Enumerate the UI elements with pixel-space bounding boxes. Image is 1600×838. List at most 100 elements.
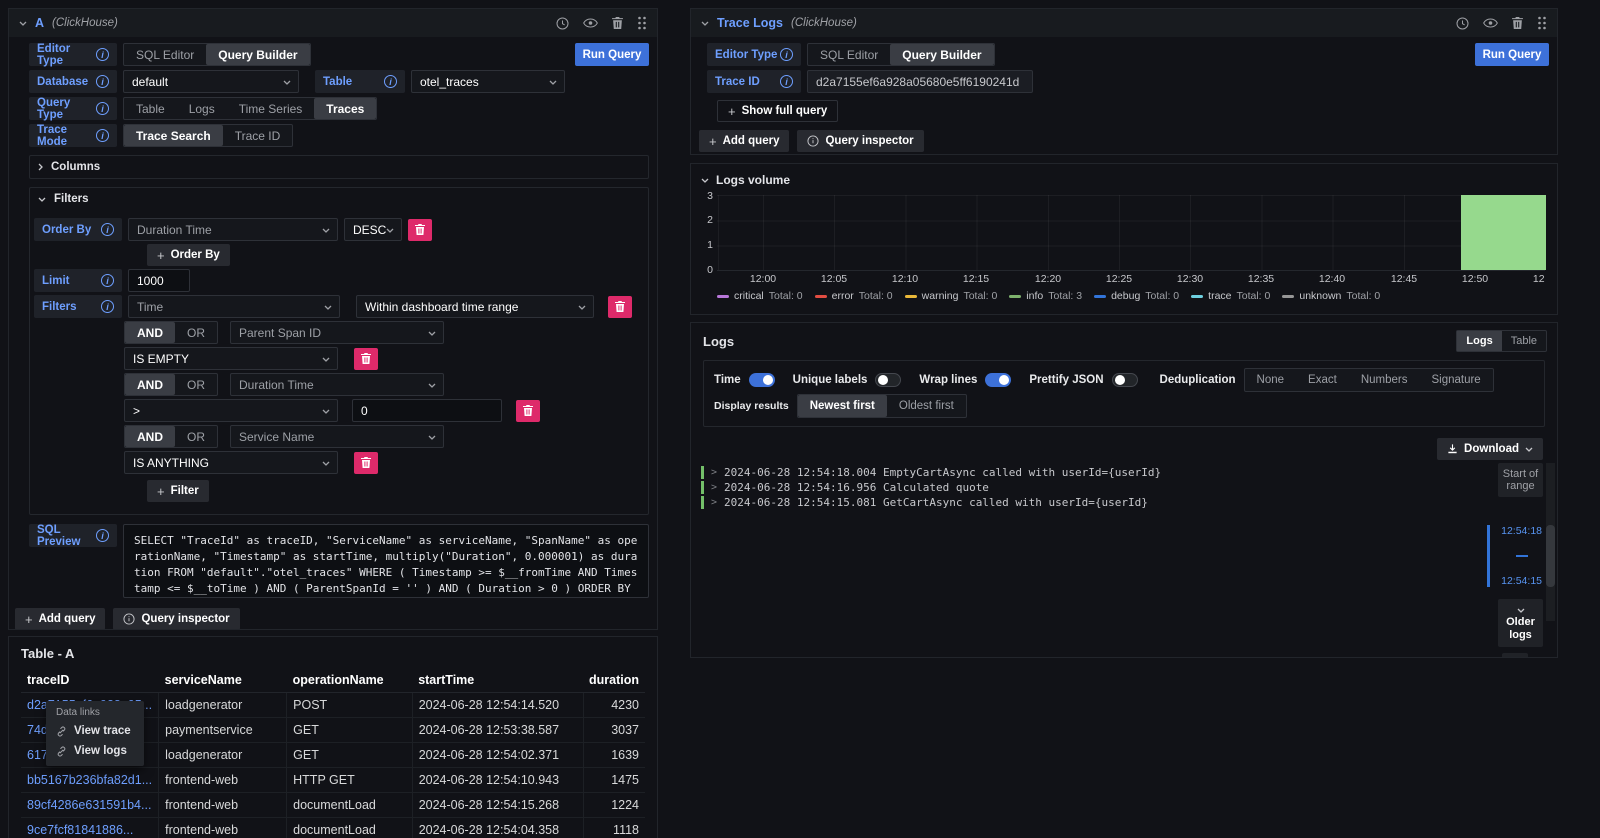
chevron-down-icon	[428, 435, 436, 440]
add-filter-button[interactable]: +Filter	[147, 480, 209, 502]
prettify-json-toggle[interactable]	[1112, 373, 1138, 387]
order-newest-first[interactable]: Newest first	[798, 395, 887, 417]
dedup-exact[interactable]: Exact	[1296, 369, 1349, 391]
col-header-starttime[interactable]: startTime	[412, 668, 583, 693]
add-query-button[interactable]: +Add query	[15, 608, 105, 630]
bool-and[interactable]: AND	[125, 322, 175, 343]
trace-mode-id[interactable]: Trace ID	[223, 125, 293, 146]
eye-icon[interactable]	[1483, 18, 1498, 28]
limit-input[interactable]: 1000	[128, 269, 190, 292]
wrap-lines-toggle[interactable]	[985, 373, 1011, 387]
dedup-none[interactable]: None	[1245, 369, 1297, 391]
bool-or[interactable]: OR	[175, 374, 217, 395]
time-filter-value-select[interactable]: Within dashboard time range	[356, 295, 594, 318]
table-select[interactable]: otel_traces	[411, 70, 565, 93]
trace-link[interactable]: 89cf4286e631591b4...	[27, 798, 151, 812]
legend-item[interactable]: errorTotal: 0	[815, 290, 893, 302]
col-header-servicename[interactable]: serviceName	[159, 668, 287, 693]
filter2-value-input[interactable]: 0	[352, 399, 502, 422]
database-select[interactable]: default	[123, 70, 299, 93]
trace-link[interactable]: bb5167b236bfa82d1...	[27, 773, 152, 787]
remove-filter3-button[interactable]	[354, 452, 378, 474]
bool-and[interactable]: AND	[125, 426, 175, 447]
show-full-query-button[interactable]: +Show full query	[717, 100, 838, 122]
bool-or[interactable]: OR	[175, 426, 217, 447]
logs-volume-header[interactable]: Logs volume	[691, 164, 1557, 189]
trace-link[interactable]: 9ce7fcf81841886...	[27, 823, 133, 837]
tab-query-builder[interactable]: Query Builder	[890, 44, 993, 65]
log-row[interactable]: >2024-06-28 12:54:16.956 Calculated quot…	[701, 480, 1161, 495]
legend-item[interactable]: traceTotal: 0	[1191, 290, 1270, 302]
bool-and[interactable]: AND	[125, 374, 175, 395]
columns-section-toggle[interactable]: Columns	[30, 156, 648, 178]
filter2-field-select[interactable]: Duration Time	[230, 373, 444, 396]
tab-sql-editor[interactable]: SQL Editor	[124, 44, 206, 65]
x-axis-tick: 12:40	[1319, 273, 1345, 285]
drag-handle-icon[interactable]	[637, 16, 647, 30]
trash-icon[interactable]	[1512, 17, 1523, 29]
filter2-bool-switch: ANDOR	[124, 373, 218, 396]
remove-filter1-button[interactable]	[354, 348, 378, 370]
log-row[interactable]: >2024-06-28 12:54:18.004 EmptyCartAsync …	[701, 465, 1161, 480]
legend-item[interactable]: infoTotal: 3	[1009, 290, 1082, 302]
order-by-field-select[interactable]: Duration Time	[128, 218, 338, 241]
remove-filter2-button[interactable]	[516, 400, 540, 422]
tab-query-builder[interactable]: Query Builder	[206, 44, 309, 65]
query-type-table[interactable]: Table	[124, 98, 177, 119]
query-type-traces[interactable]: Traces	[314, 98, 376, 119]
download-button[interactable]: Download	[1437, 438, 1543, 460]
dedup-numbers[interactable]: Numbers	[1349, 369, 1420, 391]
panel-a-header[interactable]: A (ClickHouse)	[9, 9, 657, 37]
query-inspector-button[interactable]: Query inspector	[113, 608, 239, 630]
filter1-field-select[interactable]: Parent Span ID	[230, 321, 444, 344]
dedup-signature[interactable]: Signature	[1419, 369, 1492, 391]
scrollbar-thumb[interactable]	[1546, 525, 1555, 587]
order-oldest-first[interactable]: Oldest first	[887, 395, 966, 417]
sql-preview-label-chip: SQL Previewi	[29, 524, 117, 547]
unique-labels-toggle[interactable]	[875, 373, 901, 387]
drag-handle-icon[interactable]	[1537, 16, 1547, 30]
filter1-operator-select[interactable]: IS EMPTY	[124, 347, 338, 370]
scroll-to-top-button[interactable]: ↑	[1502, 653, 1528, 658]
query-type-time-series[interactable]: Time Series	[227, 98, 315, 119]
time-toggle[interactable]	[749, 373, 775, 387]
add-order-by-button[interactable]: +Order By	[147, 244, 230, 266]
history-icon[interactable]	[1456, 17, 1469, 30]
panel-trace-logs-header[interactable]: Trace Logs (ClickHouse)	[691, 9, 1557, 37]
run-query-button[interactable]: Run Query	[575, 43, 649, 66]
legend-item[interactable]: debugTotal: 0	[1094, 290, 1179, 302]
trace-mode-search[interactable]: Trace Search	[124, 125, 223, 146]
add-query-button[interactable]: +Add query	[699, 130, 789, 152]
tab-sql-editor[interactable]: SQL Editor	[808, 44, 890, 65]
col-header-operationname[interactable]: operationName	[287, 668, 413, 693]
trash-icon[interactable]	[612, 17, 623, 29]
log-row[interactable]: >2024-06-28 12:54:15.081 GetCartAsync ca…	[701, 495, 1161, 510]
time-filter-field-select[interactable]: Time	[128, 295, 340, 318]
col-header-duration[interactable]: duration	[583, 668, 645, 693]
older-logs-button[interactable]: Older logs	[1498, 599, 1543, 647]
filter3-operator-select[interactable]: IS ANYTHING	[124, 451, 338, 474]
filter2-operator-select[interactable]: >	[124, 399, 338, 422]
remove-order-by-button[interactable]	[408, 219, 432, 241]
trace-id-input[interactable]: d2a7155ef6a928a05680e5ff6190241d	[807, 70, 1033, 93]
legend-item[interactable]: warningTotal: 0	[905, 290, 998, 302]
logs-view-logs[interactable]: Logs	[1457, 331, 1501, 351]
bool-or[interactable]: OR	[175, 322, 217, 343]
log-minimap-scrollbar[interactable]	[1546, 463, 1555, 621]
remove-time-filter-button[interactable]	[608, 296, 632, 318]
order-by-direction-select[interactable]: DESC	[344, 218, 402, 241]
history-icon[interactable]	[556, 17, 569, 30]
filter3-field-select[interactable]: Service Name	[230, 425, 444, 448]
view-trace-menu-item[interactable]: View trace	[46, 721, 144, 741]
view-logs-menu-item[interactable]: View logs	[46, 741, 144, 761]
col-header-traceid[interactable]: traceID	[21, 668, 159, 693]
legend-item[interactable]: unknownTotal: 0	[1282, 290, 1380, 302]
run-query-button[interactable]: Run Query	[1475, 43, 1549, 66]
legend-item[interactable]: criticalTotal: 0	[717, 290, 803, 302]
filters-section-toggle[interactable]: Filters	[30, 188, 648, 210]
eye-icon[interactable]	[583, 18, 598, 28]
query-type-logs[interactable]: Logs	[177, 98, 227, 119]
logs-view-table[interactable]: Table	[1502, 331, 1546, 351]
info-logs-bar[interactable]	[1461, 195, 1546, 270]
query-inspector-button[interactable]: Query inspector	[797, 130, 923, 152]
